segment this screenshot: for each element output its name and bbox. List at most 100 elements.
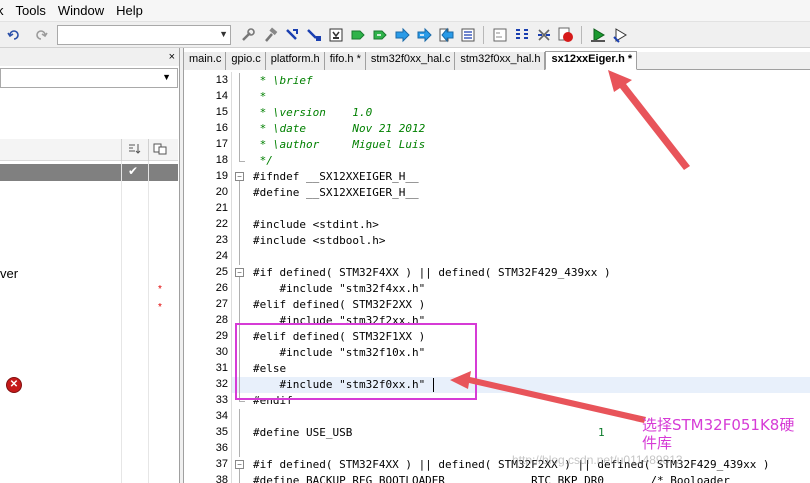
- code-line[interactable]: #elif defined( STM32F2XX ): [232, 297, 810, 313]
- code-text: * \author Miguel Luis: [253, 138, 426, 151]
- code-line[interactable]: [232, 249, 810, 265]
- tab-file[interactable]: stm32f0xx_hal.h: [455, 52, 546, 70]
- code-text: #define USE_USB: [253, 426, 353, 439]
- wrench-icon[interactable]: [238, 26, 257, 45]
- line-number: 14: [215, 90, 228, 102]
- align-icon[interactable]: [458, 26, 477, 45]
- debug-start-icon[interactable]: [610, 26, 629, 45]
- list-icon[interactable]: [153, 143, 167, 158]
- code-text: */: [253, 154, 273, 167]
- line-number: 19: [215, 170, 228, 182]
- menu-bar: k Tools Window Help: [0, 0, 810, 22]
- code-line[interactable]: − #if defined( STM32F4XX ) || defined( ST…: [232, 265, 810, 281]
- line-number: 36: [215, 442, 228, 454]
- watermark: http://blog.csdn.net/u011489813: [512, 453, 683, 467]
- fold-toggle-icon[interactable]: −: [235, 172, 244, 181]
- code-line[interactable]: #include "stm32f10x.h": [232, 345, 810, 361]
- line-number: 28: [215, 314, 228, 326]
- error-icon[interactable]: ✕: [6, 377, 22, 393]
- code-line[interactable]: * \author Miguel Luis: [232, 137, 810, 153]
- code-text: #define __SX12XXEIGER_H__: [253, 186, 419, 199]
- line-number: 15: [215, 106, 228, 118]
- fold-toggle-icon[interactable]: −: [235, 460, 244, 469]
- selected-tree-row[interactable]: ✔: [0, 164, 178, 181]
- build-target-icon[interactable]: [282, 26, 301, 45]
- code-line[interactable]: #elif defined( STM32F1XX ): [232, 329, 810, 345]
- code-line[interactable]: *: [232, 89, 810, 105]
- line-number: 26: [215, 282, 228, 294]
- modified-marker-icon: *: [158, 302, 162, 313]
- code-text: #include "stm32f0xx.h": [253, 378, 426, 391]
- code-line[interactable]: #include "stm32f2xx.h": [232, 313, 810, 329]
- check-icon: ✔: [128, 164, 139, 178]
- redo-icon[interactable]: [31, 26, 50, 45]
- debug-run-icon[interactable]: [588, 26, 607, 45]
- tab-file[interactable]: fifo.h *: [324, 52, 366, 70]
- code-line[interactable]: * \version 1.0: [232, 105, 810, 121]
- line-number: 23: [215, 234, 228, 246]
- code-line[interactable]: * \brief: [232, 73, 810, 89]
- find-combo[interactable]: ▼: [57, 25, 231, 45]
- code-line[interactable]: #include "stm32f4xx.h": [232, 281, 810, 297]
- reset-icon[interactable]: [490, 26, 509, 45]
- translate-icon[interactable]: [304, 26, 323, 45]
- fold-toggle-icon[interactable]: −: [235, 268, 244, 277]
- step-out-icon[interactable]: [436, 26, 455, 45]
- find-icon[interactable]: [512, 26, 531, 45]
- code-line[interactable]: #else: [232, 361, 810, 377]
- code-text: #include <stdbool.h>: [253, 234, 386, 247]
- line-number: 20: [215, 186, 228, 198]
- code-line[interactable]: #define __SX12XXEIGER_H__: [232, 185, 810, 201]
- sort-icon[interactable]: [127, 143, 141, 158]
- code-line[interactable]: #define BACKUP_REG_BOOTLOADER RTC_BKP_DR…: [232, 473, 810, 483]
- menu-file[interactable]: k: [0, 3, 12, 18]
- breakpoint-icon[interactable]: [556, 26, 575, 45]
- clear-bookmarks-icon[interactable]: [534, 26, 553, 45]
- tab-file[interactable]: main.c: [184, 52, 227, 70]
- file-tabs: main.c gpio.c platform.h fifo.h * stm32f0xx_…: [184, 51, 810, 70]
- line-number: 27: [215, 298, 228, 310]
- panel-header: ×: [0, 48, 179, 66]
- line-number: 32: [215, 378, 228, 390]
- tab-file[interactable]: sx12xxEiger.h *: [545, 51, 638, 70]
- run-to-icon[interactable]: [414, 26, 433, 45]
- code-line[interactable]: * \date Nov 21 2012: [232, 121, 810, 137]
- chevron-down-icon[interactable]: ▼: [162, 72, 171, 82]
- code-line[interactable]: − #ifndef __SX12XXEIGER_H__: [232, 169, 810, 185]
- code-line[interactable]: [232, 201, 810, 217]
- code-line[interactable]: #endif: [232, 393, 810, 409]
- close-icon[interactable]: ×: [169, 51, 175, 63]
- editor-gutter: 13 14 15 16 17 18 19 20 21 22 23 24 25 26 27 28 29 30 31 32…: [6, 72, 232, 483]
- line-number: 21: [215, 202, 228, 214]
- hammer-icon[interactable]: [260, 26, 279, 45]
- tab-file[interactable]: stm32f0xx_hal.c: [365, 52, 456, 70]
- download-icon[interactable]: [326, 26, 345, 45]
- line-number: 31: [215, 362, 228, 374]
- toolbar-separator: [483, 26, 484, 44]
- panel-combo[interactable]: ▼: [0, 68, 178, 88]
- modified-marker-icon: *: [158, 284, 162, 295]
- menu-window[interactable]: Window: [54, 3, 112, 18]
- code-line[interactable]: #include <stdbool.h>: [232, 233, 810, 249]
- tree-item-text[interactable]: ver: [0, 266, 18, 281]
- code-text: #include "stm32f4xx.h": [253, 282, 426, 295]
- code-line[interactable]: */: [232, 153, 810, 169]
- code-text: #ifndef __SX12XXEIGER_H__: [253, 170, 419, 183]
- line-number: 17: [215, 138, 228, 150]
- annotation-text: 选择STM32F051K8硬件库: [642, 416, 795, 452]
- project-panel: × ▼ ✔ ver * *: [0, 48, 180, 483]
- step-over-icon[interactable]: [392, 26, 411, 45]
- tab-file[interactable]: platform.h: [265, 52, 325, 70]
- tab-file[interactable]: gpio.c: [226, 52, 266, 70]
- toolbar: ▼: [0, 22, 810, 48]
- code-line[interactable]: #include <stdint.h>: [232, 217, 810, 233]
- undo-icon[interactable]: [4, 26, 23, 45]
- line-number: 24: [215, 250, 228, 262]
- menu-help[interactable]: Help: [112, 3, 151, 18]
- next-bookmark-icon[interactable]: [348, 26, 367, 45]
- chevron-down-icon[interactable]: ▼: [219, 29, 228, 39]
- menu-tools[interactable]: Tools: [12, 3, 54, 18]
- code-line[interactable]: #include "stm32f0xx.h": [232, 377, 810, 393]
- step-into-icon[interactable]: [370, 26, 389, 45]
- code-text: #elif defined( STM32F2XX ): [253, 298, 426, 311]
